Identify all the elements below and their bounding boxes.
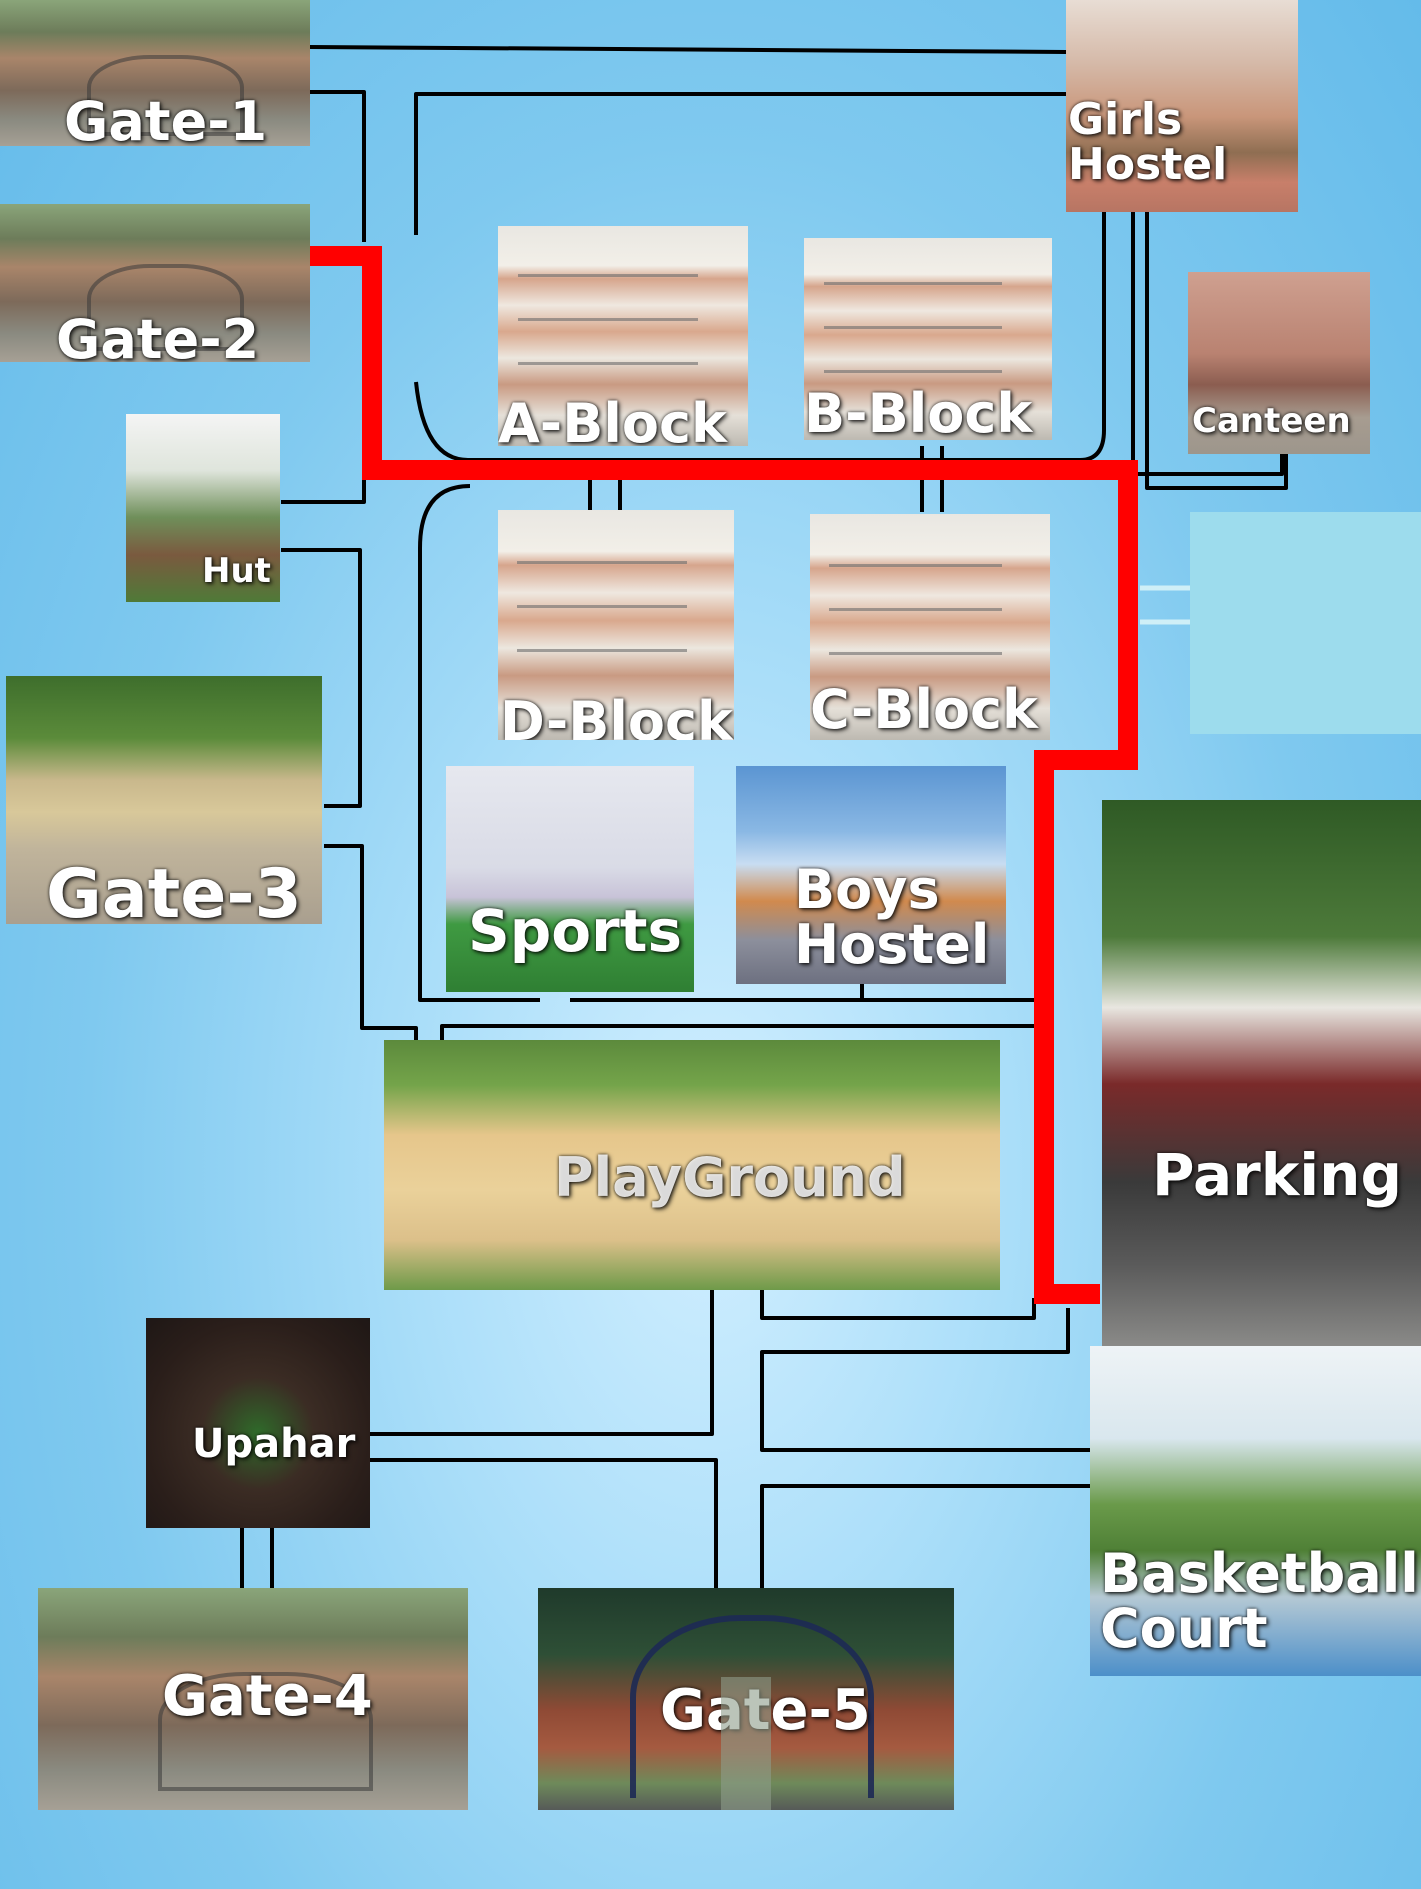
boys-hostel-label: Boys Hostel <box>794 858 990 977</box>
playground-label: PlayGround <box>554 1146 906 1209</box>
a-block-label: A-Block <box>498 392 727 446</box>
b-block-label: B-Block <box>804 382 1033 440</box>
d-block-label: D-Block <box>500 690 733 740</box>
canteen-label: Canteen <box>1192 401 1351 441</box>
gate-3-label: Gate-3 <box>46 855 302 924</box>
gate-4-marker[interactable]: Gate-4 <box>38 1588 468 1810</box>
gate-3-marker[interactable]: Gate-3 <box>6 676 322 924</box>
campus-map: Gate-1 Gate-2 Hut Gate-3 A-Block B-Block… <box>0 0 1421 1889</box>
playground-marker[interactable]: PlayGround <box>384 1040 1000 1290</box>
c-block-label: C-Block <box>810 678 1038 740</box>
gate-5-label: Gate-5 <box>660 1678 871 1743</box>
path-hut <box>281 478 366 504</box>
path-upahar-play <box>370 1290 714 1436</box>
hut-label: Hut <box>202 551 271 591</box>
parking-label: Parking <box>1152 1141 1402 1209</box>
boys-hostel-marker[interactable]: Boys Hostel <box>736 766 1006 984</box>
c-block-marker[interactable]: C-Block <box>810 514 1050 740</box>
empty-panel <box>1190 512 1421 734</box>
parking-marker[interactable]: Parking <box>1102 800 1421 1346</box>
path-gate1-down <box>310 90 366 242</box>
upahar-label: Upahar <box>192 1421 356 1467</box>
path-gate1-girls-hostel <box>309 45 1067 54</box>
hut-marker[interactable]: Hut <box>126 414 280 602</box>
girls-hostel-marker[interactable]: Girls Hostel <box>1066 0 1298 212</box>
gate-4-label: Gate-4 <box>162 1664 373 1729</box>
gate-2-label: Gate-2 <box>56 308 260 362</box>
path-top-loop <box>414 92 1066 235</box>
sports-marker[interactable]: Sports <box>446 766 694 992</box>
path-basket-gate5 <box>760 1484 1090 1588</box>
sports-label: Sports <box>468 897 682 965</box>
gate-1-label: Gate-1 <box>64 90 268 146</box>
d-block-marker[interactable]: D-Block <box>498 510 734 740</box>
upahar-marker[interactable]: Upahar <box>146 1318 370 1528</box>
gate-2-marker[interactable]: Gate-2 <box>0 204 310 362</box>
basketball-court-label: Basketball Court <box>1100 1542 1419 1661</box>
path-gate3 <box>324 844 418 1040</box>
canteen-marker[interactable]: Canteen <box>1188 272 1370 454</box>
girls-hostel-label: Girls Hostel <box>1068 94 1228 190</box>
path-upahar-gate5 <box>370 1458 718 1588</box>
gate-1-marker[interactable]: Gate-1 <box>0 0 310 146</box>
gate-5-marker[interactable]: Gate-5 <box>538 1588 954 1810</box>
basketball-court-marker[interactable]: Basketball Court <box>1090 1346 1421 1676</box>
b-block-marker[interactable]: B-Block <box>804 238 1052 440</box>
a-block-marker[interactable]: A-Block <box>498 226 748 446</box>
